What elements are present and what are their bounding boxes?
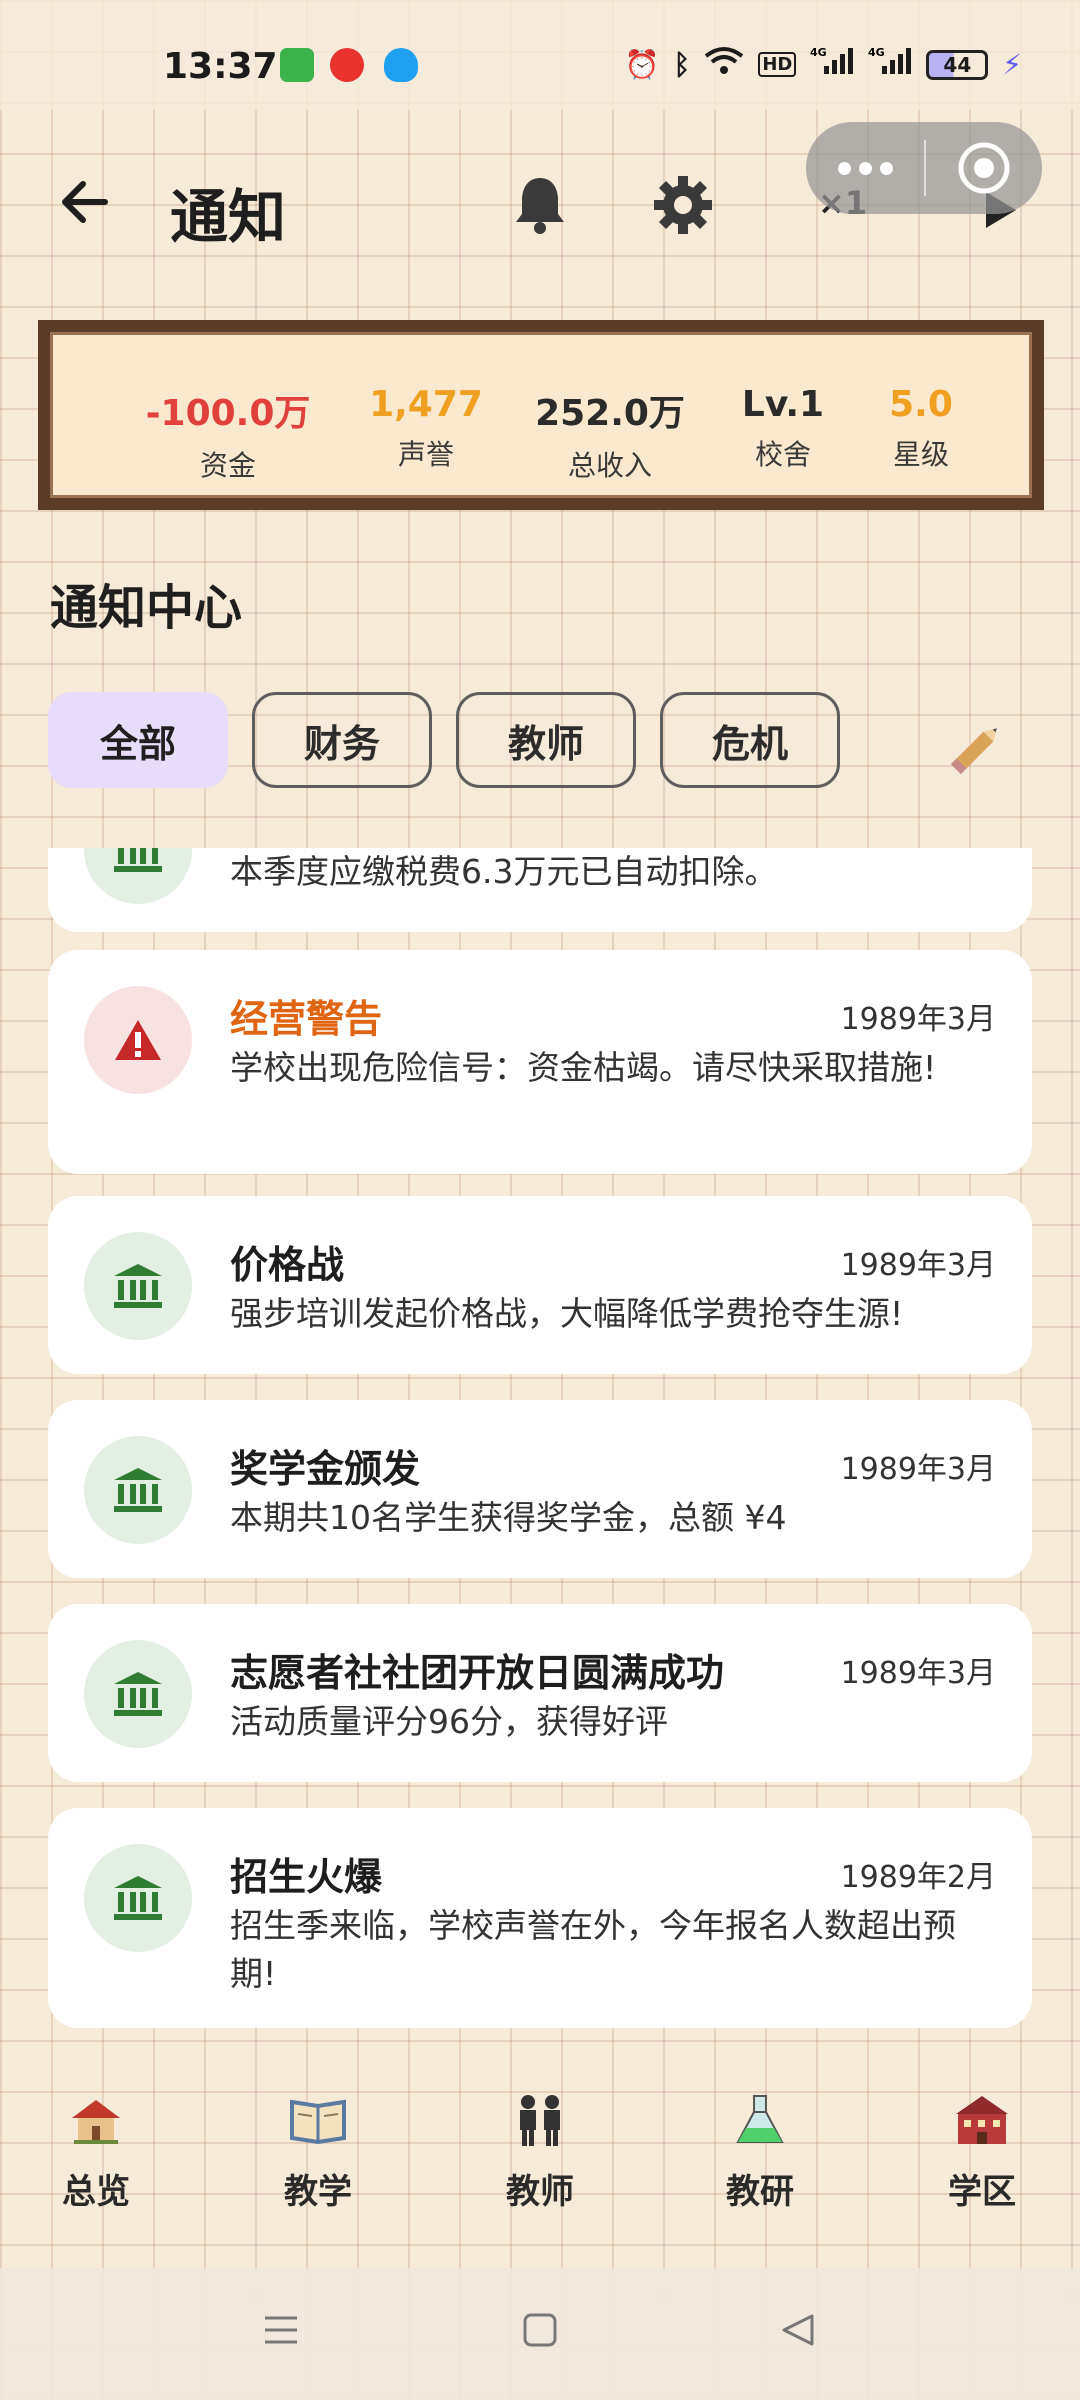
teachers-icon — [520, 2095, 560, 2146]
notification-date: 1989年3月 — [840, 1002, 996, 1037]
nav-label: 教研 — [726, 2172, 794, 2212]
tab-all[interactable]: 全部 — [48, 692, 228, 788]
notification-date: 1989年3月 — [840, 1452, 996, 1487]
alarm-icon: ⏰ — [624, 48, 660, 81]
stat-label: 声誉 — [397, 438, 454, 471]
notification-body: 招生季来临，学校声誉在外，今年报名人数超出预期! — [230, 1906, 956, 1993]
filter-tabs: 全部 财务 教师 危机 — [48, 692, 840, 788]
menu-icon[interactable] — [263, 2312, 299, 2352]
miniapp-capsule — [806, 122, 1042, 214]
notification-card[interactable]: 经营警告 1989年3月 学校出现危险信号：资金枯竭。请尽快采取措施! — [48, 950, 1032, 1174]
home-icon[interactable] — [522, 2312, 558, 2352]
gear-icon[interactable] — [650, 172, 716, 238]
bank-icon — [84, 848, 192, 904]
back-button[interactable] — [55, 172, 115, 232]
notification-title: 价格战 — [230, 1243, 345, 1287]
battery-indicator: 44 — [926, 49, 989, 80]
notification-body: 活动质量评分96分，获得好评 — [230, 1702, 668, 1741]
open-book-icon — [290, 2099, 346, 2145]
nav-item-overview[interactable]: 总览 — [36, 2092, 156, 2213]
notification-body: 本期共10名学生获得奖学金，总额 ¥4 — [230, 1498, 787, 1537]
notification-date: 1989年3月 — [840, 1656, 996, 1691]
nav-label: 教师 — [506, 2172, 574, 2212]
bluetooth-icon: ᛒ — [673, 48, 691, 81]
notification-body: 本季度应缴税费6.3万元已自动扣除。 — [230, 852, 778, 891]
notification-card[interactable]: 志愿者社社团开放日圆满成功 1989年3月 活动质量评分96分，获得好评 — [48, 1604, 1032, 1782]
bank-icon — [84, 1640, 192, 1748]
system-navigation-bar — [0, 2268, 1080, 2400]
app-notification-icon-red — [330, 48, 364, 82]
nav-item-teachers[interactable]: 教师 — [480, 2092, 600, 2213]
app-notification-icon-green — [280, 48, 314, 82]
stat-value: 252.0万 — [535, 393, 685, 434]
bank-icon — [84, 1436, 192, 1544]
nav-label: 教学 — [284, 2172, 352, 2212]
bottom-navigation: 总览 教学 教师 教研 学区 — [0, 2070, 1080, 2270]
signal-icon-1: 4G — [810, 46, 854, 83]
nav-item-research[interactable]: 教研 — [700, 2092, 820, 2213]
tab-crisis[interactable]: 危机 — [660, 692, 840, 788]
stat-label: 总收入 — [567, 449, 652, 482]
more-menu-button[interactable] — [806, 161, 924, 175]
campus-building-icon — [956, 2096, 1008, 2144]
notification-card[interactable]: 奖学金颁发 1989年3月 本期共10名学生获得奖学金，总额 ¥4 — [48, 1400, 1032, 1578]
status-right-group: ⏰ ᛒ HD 4G 4G 44 ⚡ — [625, 46, 1022, 83]
stat-value: -100.0万 — [145, 393, 311, 434]
nav-label: 总览 — [62, 2172, 130, 2212]
stat-value: 5.0 — [889, 384, 953, 425]
stat-label: 校舍 — [754, 438, 812, 471]
notification-card[interactable]: 本季度应缴税费6.3万元已自动扣除。 — [48, 848, 1032, 932]
notification-date: 1989年2月 — [840, 1860, 996, 1895]
svg-text:4G: 4G — [868, 46, 885, 59]
battery-level: 44 — [943, 52, 972, 77]
notification-card[interactable]: 价格战 1989年3月 强步培训发起价格战，大幅降低学费抢夺生源! — [48, 1196, 1032, 1374]
bank-icon — [84, 1844, 192, 1952]
nav-label: 学区 — [948, 2172, 1016, 2212]
stat-label: 星级 — [892, 438, 949, 471]
bell-icon[interactable] — [510, 172, 570, 236]
hd-icon: HD — [758, 52, 797, 77]
signal-icon-2: 4G — [868, 46, 912, 83]
notification-list: 本季度应缴税费6.3万元已自动扣除。 经营警告 1989年3月 学校出现危险信号… — [48, 848, 1032, 2030]
status-bar: 13:37 ⏰ ᛒ HD 4G 4G 44 ⚡ — [0, 0, 1080, 110]
target-icon — [958, 142, 1010, 194]
notification-title: 招生火爆 — [230, 1855, 383, 1899]
tab-finance[interactable]: 财务 — [252, 692, 432, 788]
stat-value: Lv.1 — [741, 384, 825, 425]
notification-body: 学校出现危险信号：资金枯竭。请尽快采取措施! — [230, 1048, 937, 1087]
charging-icon: ⚡ — [1002, 48, 1022, 81]
stats-panel: -100.0万 资金 1,477 声誉 252.0万 总收入 Lv.1 校舍 5… — [38, 320, 1044, 510]
nav-item-district[interactable]: 学区 — [922, 2092, 1042, 2213]
pencil-icon — [940, 715, 1010, 785]
bank-icon — [84, 1232, 192, 1340]
tab-teacher[interactable]: 教师 — [456, 692, 636, 788]
nav-item-teaching[interactable]: 教学 — [258, 2092, 378, 2213]
stat-total-income: 252.0万 总收入 — [535, 384, 685, 484]
close-miniapp-button[interactable] — [926, 141, 1042, 195]
page-title: 通知 — [170, 183, 287, 251]
school-house-icon — [72, 2100, 120, 2144]
notification-date: 1989年3月 — [840, 1248, 996, 1283]
flask-icon — [736, 2095, 784, 2143]
section-title: 通知中心 — [50, 580, 243, 636]
stat-value: 1,477 — [369, 384, 483, 425]
stat-reputation: 1,477 声誉 — [369, 384, 483, 473]
notification-title: 经营警告 — [230, 997, 383, 1041]
status-time: 13:37 — [163, 46, 278, 87]
notification-title: 志愿者社社团开放日圆满成功 — [230, 1651, 725, 1695]
stat-funds: -100.0万 资金 — [146, 384, 311, 484]
notification-body: 强步培训发起价格战，大幅降低学费抢夺生源! — [230, 1294, 904, 1333]
warning-icon — [84, 986, 192, 1094]
stat-campus-level: Lv.1 校舍 — [742, 384, 824, 473]
stat-label: 资金 — [199, 449, 257, 482]
notification-card[interactable]: 招生火爆 1989年2月 招生季来临，学校声誉在外，今年报名人数超出预期! — [48, 1808, 1032, 2028]
back-nav-icon[interactable] — [780, 2312, 816, 2352]
stat-star-rating: 5.0 星级 — [889, 384, 953, 473]
wifi-icon — [704, 46, 744, 83]
app-notification-icon-blue — [384, 48, 418, 82]
svg-text:4G: 4G — [810, 46, 827, 59]
notification-title: 奖学金颁发 — [230, 1447, 421, 1491]
